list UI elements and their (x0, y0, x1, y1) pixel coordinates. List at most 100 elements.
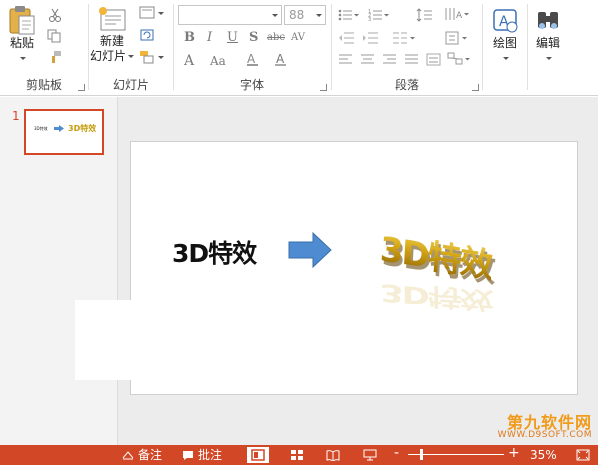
underline-button[interactable]: U (227, 30, 238, 45)
bold-button[interactable]: B (184, 30, 195, 45)
blank-area (75, 300, 155, 380)
find-icon (538, 12, 558, 29)
justify-icon[interactable] (404, 53, 420, 70)
paragraph-group-label: 段落 (394, 78, 419, 92)
clipboard-dialog-launcher[interactable] (78, 84, 85, 91)
italic-button[interactable]: I (207, 30, 212, 45)
ribbon: 粘贴 剪贴板 新建 幻灯片 幻灯片 88 B I U S abc AV A Aa… (0, 0, 598, 96)
align-text-icon[interactable] (444, 30, 470, 49)
drawing-label: 绘图 (492, 36, 517, 50)
slide-thumbnail[interactable]: 3D特效 3D特效 (24, 109, 104, 155)
thumbnail-pane: 1 3D特效 3D特效 (0, 97, 118, 445)
smartart-icon[interactable] (446, 51, 472, 70)
strikethrough-button[interactable]: abc (267, 32, 285, 43)
paragraph-dialog-launcher[interactable] (472, 84, 479, 91)
notes-icon (122, 451, 134, 460)
paste-button[interactable]: 粘贴 (4, 4, 40, 65)
editing-label: 编辑 (535, 36, 560, 50)
font-group: 88 B I U S abc AV A Aa A A 字体 (174, 0, 330, 96)
fit-window-icon (576, 449, 590, 461)
slides-group: 新建 幻灯片 幻灯片 (89, 0, 173, 96)
format-painter-icon[interactable] (47, 50, 63, 64)
svg-text:A: A (276, 52, 285, 66)
align-center-icon[interactable] (360, 53, 376, 70)
new-slide-icon (99, 7, 126, 31)
new-slide-label-2-text: 幻灯片 (89, 49, 126, 63)
font-name-dropdown[interactable] (272, 14, 278, 17)
zoom-in-button[interactable]: + (508, 446, 520, 460)
align-right-icon[interactable] (382, 53, 398, 70)
clipboard-group-label: 剪贴板 (25, 78, 62, 92)
char-spacing-button[interactable]: AV (291, 32, 305, 43)
numbering-icon[interactable]: 123 (368, 8, 390, 25)
text-shadow-button[interactable]: S (249, 30, 258, 45)
workspace: 1 3D特效 3D特效 3D特效 3D特效 3D特效 3D特效 (0, 97, 598, 445)
zoom-out-button[interactable]: - (394, 446, 399, 460)
comments-button[interactable]: 批注 (182, 448, 222, 462)
zoom-percent[interactable]: 35% (530, 448, 557, 462)
clear-format-icon[interactable]: A (246, 51, 264, 71)
svg-text:A: A (247, 52, 256, 66)
line-spacing-icon[interactable] (416, 8, 438, 25)
font-group-label: 字体 (239, 78, 264, 92)
svg-text:A: A (456, 11, 463, 21)
new-slide-label-2: 幻灯片 (89, 49, 135, 64)
watermark-main: 第九软件网 (506, 413, 592, 432)
zoom-slider-thumb[interactable] (420, 449, 423, 460)
slideshow-button[interactable] (359, 447, 381, 463)
text-direction-icon[interactable]: A (444, 6, 470, 25)
decrease-indent-icon[interactable] (338, 31, 356, 48)
drawing-icon: A (493, 9, 518, 33)
drawing-dropdown-caret[interactable] (503, 57, 509, 60)
comments-label: 批注 (198, 448, 223, 462)
thumbnail-wordart-text: 3D特效 (68, 124, 97, 133)
font-size-dropdown[interactable] (316, 14, 322, 17)
cut-icon[interactable] (47, 8, 63, 22)
font-size-value: 88 (289, 8, 305, 22)
notes-label: 备注 (138, 448, 163, 462)
editing-dropdown-caret[interactable] (546, 57, 552, 60)
fit-window-button[interactable] (572, 447, 594, 463)
section-icon[interactable] (139, 50, 165, 64)
comments-icon (183, 450, 193, 460)
thumbnail-arrow-icon (54, 125, 64, 132)
paste-label: 粘贴 (9, 36, 34, 50)
bullets-icon[interactable] (338, 8, 360, 25)
font-size-combobox[interactable]: 88 (284, 5, 326, 25)
paste-dropdown-caret[interactable] (20, 57, 26, 60)
increase-font-icon[interactable]: A (184, 53, 194, 69)
reading-view-button[interactable] (322, 447, 344, 463)
editing-button[interactable]: 编辑 (528, 6, 568, 65)
drawing-button[interactable]: A 绘图 (484, 6, 526, 65)
paragraph-group: 123 A 段落 (332, 0, 482, 96)
normal-view-icon (251, 449, 265, 461)
watermark: 第九软件网 WWW.D9SOFT.COM (498, 415, 592, 440)
font-name-combobox[interactable] (178, 5, 282, 25)
normal-view-button[interactable] (247, 447, 269, 463)
slideshow-icon (363, 449, 377, 461)
layout-icon[interactable] (139, 6, 165, 20)
slide-sorter-button[interactable] (286, 447, 308, 463)
columns-icon[interactable] (392, 31, 416, 48)
new-slide-label-1: 新建 (99, 34, 124, 48)
slide-title-text[interactable]: 3D特效 (172, 234, 257, 270)
font-dialog-launcher[interactable] (320, 84, 327, 91)
status-bar: 备注 批注 - + 35% (0, 445, 598, 465)
distributed-icon[interactable] (426, 53, 442, 70)
change-case-icon[interactable]: Aa (210, 54, 226, 68)
right-arrow-shape[interactable] (288, 232, 332, 268)
paste-icon (9, 6, 35, 35)
copy-icon[interactable] (47, 29, 63, 43)
slide-canvas[interactable]: 3D特效 3D特效 3D特效 3D特效 (130, 141, 578, 395)
reading-view-icon (326, 450, 340, 461)
thumbnail-title-text: 3D特效 (34, 126, 48, 131)
notes-button[interactable]: 备注 (122, 448, 162, 462)
slides-group-label: 幻灯片 (112, 78, 149, 92)
font-color-icon[interactable]: A (274, 51, 292, 71)
increase-indent-icon[interactable] (362, 31, 380, 48)
new-slide-button[interactable]: 新建 幻灯片 (89, 4, 135, 64)
align-left-icon[interactable] (338, 53, 354, 70)
reset-icon[interactable] (139, 28, 155, 42)
slide-sorter-icon (291, 450, 303, 460)
wordart-3d-text[interactable]: 3D特效 3D特效 3D特效 (379, 229, 500, 320)
